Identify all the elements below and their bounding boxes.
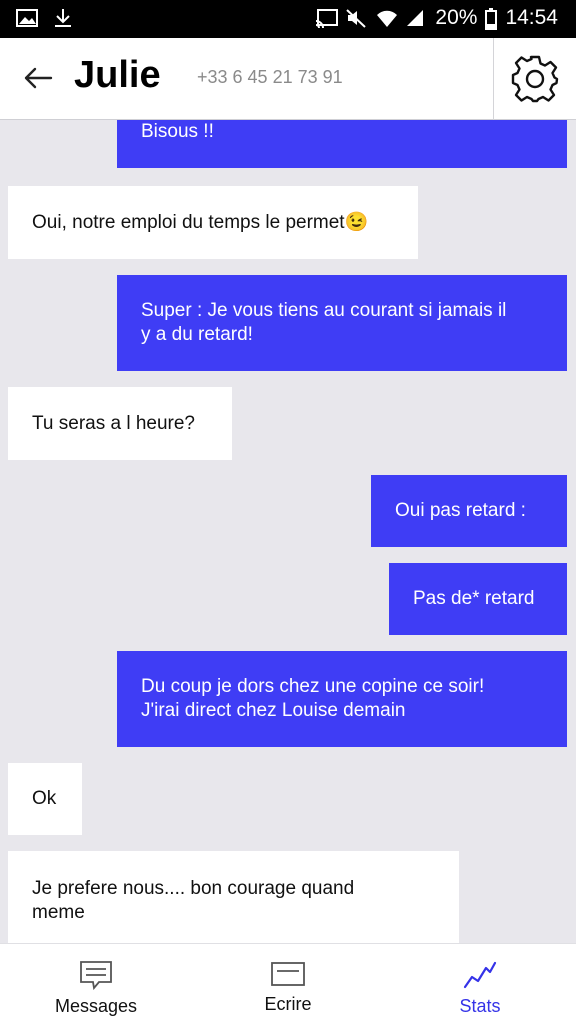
conversation-header: Julie +33 6 45 21 73 91 [0, 38, 576, 120]
compose-icon [271, 962, 305, 986]
nav-compose[interactable]: Ecrire [192, 944, 384, 1024]
nav-label: Ecrire [264, 994, 312, 1014]
message-text-line: Je prefere nous.... bon courage quand [32, 878, 355, 899]
message-text-line: y a du retard! [141, 324, 253, 345]
messages-icon [80, 961, 112, 990]
message-bubble-outgoing: Pas de* retard [389, 563, 567, 635]
battery-percent: 20% [435, 6, 478, 29]
back-button[interactable] [20, 60, 56, 96]
message-bubble-outgoing: Du coup je dors chez une copine ce soir!… [117, 651, 567, 747]
stats-icon [463, 961, 497, 989]
wifi-icon [375, 8, 398, 28]
nav-messages[interactable]: Messages [0, 944, 192, 1024]
message-text: Ok [32, 788, 57, 809]
status-bar: 20% 14:54 [0, 0, 576, 38]
settings-button[interactable] [493, 38, 576, 120]
message-text: Oui, notre emploi du temps le permet😉 [32, 211, 369, 233]
message-bubble-outgoing: Bisous !! [117, 120, 567, 168]
message-text: Oui pas retard : [395, 500, 526, 521]
message-bubble-incoming: Ok [8, 763, 82, 835]
bottom-navigation: Messages Ecrire Stats [0, 943, 576, 1024]
message-bubble-incoming: Oui, notre emploi du temps le permet😉 [8, 186, 418, 259]
download-icon [52, 8, 74, 28]
contact-name: Julie [74, 54, 161, 96]
message-bubble-incoming: Je prefere nous.... bon courage quand me… [8, 851, 459, 943]
mute-icon [345, 8, 367, 28]
nav-stats[interactable]: Stats [384, 944, 576, 1024]
message-text: Bisous !! [141, 121, 214, 142]
image-icon [16, 8, 38, 28]
contact-phone: +33 6 45 21 73 91 [197, 67, 343, 87]
gear-icon [511, 55, 559, 103]
signal-icon [405, 8, 427, 28]
message-text-line: J'irai direct chez Louise demain [141, 700, 406, 721]
message-bubble-incoming: Tu seras a l heure? [8, 387, 232, 460]
message-text-line: Super : Je vous tiens au courant si jama… [141, 300, 507, 321]
message-text: Pas de* retard [413, 588, 535, 609]
cast-icon [315, 8, 339, 29]
message-bubble-outgoing: Oui pas retard : [371, 475, 567, 547]
message-text: Tu seras a l heure? [32, 412, 195, 434]
message-text-line: meme [32, 902, 85, 923]
nav-label: Stats [459, 996, 501, 1016]
message-bubble-outgoing: Super : Je vous tiens au courant si jama… [117, 275, 567, 371]
arrow-left-icon [24, 67, 53, 89]
message-text-line: Du coup je dors chez une copine ce soir! [141, 676, 485, 697]
clock: 14:54 [505, 6, 558, 29]
message-list[interactable]: Bisous !! Oui, notre emploi du temps le … [0, 120, 576, 943]
nav-label: Messages [54, 996, 138, 1016]
battery-icon [485, 8, 498, 30]
